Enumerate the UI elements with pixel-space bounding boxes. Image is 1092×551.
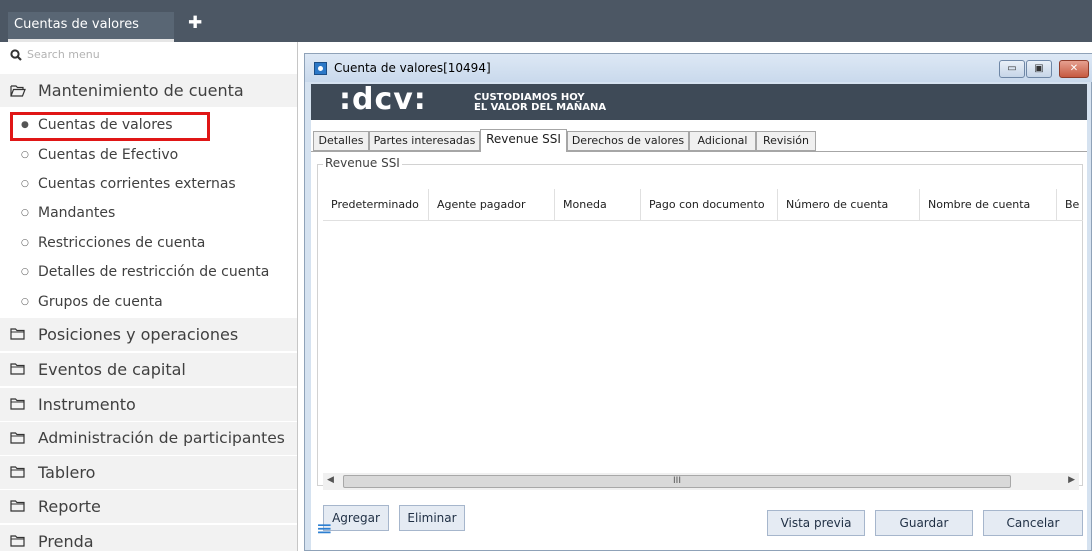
sidebar-section-posiciones[interactable]: Posiciones y operaciones bbox=[0, 318, 297, 351]
sidebar-item-grupos-de-cuenta[interactable]: ○ Grupos de cuenta bbox=[0, 288, 297, 317]
bullet-icon: ○ bbox=[21, 208, 29, 218]
scroll-thumb[interactable]: III bbox=[343, 475, 1011, 488]
sidebar-item-cuentas-corrientes-externas[interactable]: ○ Cuentas corrientes externas bbox=[0, 170, 297, 199]
search-icon bbox=[10, 49, 22, 61]
selection-highlight bbox=[10, 112, 210, 141]
grid-header: Predeterminado Agente pagador Moneda Pag… bbox=[323, 189, 1083, 221]
search-input[interactable]: Search menu bbox=[10, 48, 290, 64]
search-placeholder: Search menu bbox=[27, 48, 100, 61]
sidebar-section-label: Mantenimiento de cuenta bbox=[38, 81, 244, 100]
bullet-icon: ○ bbox=[21, 238, 29, 248]
sidebar-section-label: Eventos de capital bbox=[38, 360, 186, 379]
sidebar-section-tablero[interactable]: Tablero bbox=[0, 456, 297, 489]
sidebar-item-label: Grupos de cuenta bbox=[38, 294, 163, 310]
tab-adicional[interactable]: Adicional bbox=[689, 131, 756, 151]
sidebar-item-label: Cuentas corrientes externas bbox=[38, 176, 236, 192]
content-panel: Detalles Partes interesadas Revenue SSI … bbox=[311, 120, 1087, 550]
sidebar-section-label: Posiciones y operaciones bbox=[38, 325, 239, 344]
sidebar-item-label: Cuentas de Efectivo bbox=[38, 147, 179, 163]
folder-icon bbox=[10, 328, 25, 340]
column-header[interactable]: Pago con documento bbox=[641, 189, 778, 221]
sidebar-section-mantenimiento-de-cuenta[interactable]: Mantenimiento de cuenta bbox=[0, 74, 297, 107]
sidebar-section-label: Tablero bbox=[38, 463, 96, 482]
tab-derechos-de-valores[interactable]: Derechos de valores bbox=[567, 131, 689, 151]
sidebar-item-label: Restricciones de cuenta bbox=[38, 235, 206, 251]
slogan-line-2: EL VALOR DEL MAÑANA bbox=[474, 102, 607, 113]
folder-icon bbox=[10, 500, 25, 512]
tab-revenue-ssi[interactable]: Revenue SSI bbox=[480, 129, 567, 152]
banner-slogan: CUSTODIAMOS HOY EL VALOR DEL MAÑANA bbox=[474, 93, 606, 113]
top-bar: Cuentas de valores ✚ bbox=[0, 0, 1092, 42]
bullet-icon: ○ bbox=[21, 179, 29, 189]
tab-partes-interesadas[interactable]: Partes interesadas bbox=[369, 131, 480, 151]
window-title: Cuenta de valores[10494] bbox=[334, 61, 491, 75]
column-header[interactable]: Moneda bbox=[555, 189, 641, 221]
scroll-right-icon[interactable]: ▶ bbox=[1068, 475, 1075, 485]
add-tab-icon[interactable]: ✚ bbox=[188, 15, 202, 32]
folder-icon bbox=[10, 535, 25, 547]
save-button[interactable]: Guardar bbox=[875, 510, 973, 536]
column-header[interactable]: Agente pagador bbox=[429, 189, 555, 221]
column-header[interactable]: Be bbox=[1057, 189, 1083, 221]
sidebar-section-label: Instrumento bbox=[38, 395, 136, 414]
horizontal-scrollbar[interactable]: ◀ III ▶ bbox=[323, 473, 1079, 490]
hamburger-menu-icon[interactable]: ≡ bbox=[316, 518, 333, 538]
app-icon bbox=[314, 62, 327, 75]
sidebar-menu: Search menu Mantenimiento de cuenta ● Cue… bbox=[0, 42, 298, 551]
folder-icon bbox=[10, 432, 25, 444]
column-header[interactable]: Número de cuenta bbox=[778, 189, 920, 221]
sidebar-item-label: Detalles de restricción de cuenta bbox=[38, 264, 270, 280]
minimize-button[interactable]: ▭ bbox=[999, 60, 1025, 78]
bullet-icon: ○ bbox=[21, 150, 29, 160]
folder-open-icon bbox=[10, 85, 26, 97]
column-header[interactable]: Predeterminado bbox=[323, 189, 429, 221]
tab-divider bbox=[311, 151, 1087, 152]
bullet-icon: ○ bbox=[21, 297, 29, 307]
sidebar-item-detalles-de-restriccion[interactable]: ○ Detalles de restricción de cuenta bbox=[0, 258, 297, 287]
folder-icon bbox=[10, 466, 25, 478]
add-button[interactable]: Agregar bbox=[323, 505, 389, 531]
tab-cuentas-de-valores[interactable]: Cuentas de valores bbox=[8, 12, 174, 42]
sidebar-item-mandantes[interactable]: ○ Mandantes bbox=[0, 199, 297, 228]
preview-button[interactable]: Vista previa bbox=[767, 510, 865, 536]
sidebar-section-label: Reporte bbox=[38, 497, 101, 516]
window-titlebar[interactable]: Cuenta de valores[10494] ▭ ▣ ✕ bbox=[305, 54, 1092, 82]
sidebar-section-eventos-de-capital[interactable]: Eventos de capital bbox=[0, 353, 297, 386]
sidebar-section-reporte[interactable]: Reporte bbox=[0, 490, 297, 523]
sidebar-section-prenda[interactable]: Prenda bbox=[0, 525, 297, 551]
column-header[interactable]: Nombre de cuenta bbox=[920, 189, 1057, 221]
cuenta-de-valores-window: Cuenta de valores[10494] ▭ ▣ ✕ :dcv: CUS… bbox=[304, 53, 1092, 551]
dcv-logo: :dcv: bbox=[339, 82, 427, 117]
sidebar-item-restricciones-de-cuenta[interactable]: ○ Restricciones de cuenta bbox=[0, 229, 297, 258]
sidebar-item-cuentas-de-efectivo[interactable]: ○ Cuentas de Efectivo bbox=[0, 141, 297, 170]
tab-revision[interactable]: Revisión bbox=[756, 131, 816, 151]
sidebar-section-administracion[interactable]: Administración de participantes bbox=[0, 422, 297, 455]
folder-icon bbox=[10, 398, 25, 410]
tab-label: Cuentas de valores bbox=[14, 17, 139, 32]
bullet-icon: ○ bbox=[21, 267, 29, 277]
folder-icon bbox=[10, 363, 25, 375]
group-label: Revenue SSI bbox=[323, 156, 402, 170]
sidebar-section-label: Prenda bbox=[38, 532, 94, 551]
sidebar-item-label: Mandantes bbox=[38, 205, 116, 221]
sidebar-section-label: Administración de participantes bbox=[38, 429, 285, 447]
sidebar-section-instrumento[interactable]: Instrumento bbox=[0, 388, 297, 421]
maximize-button[interactable]: ▣ bbox=[1026, 60, 1052, 78]
dcv-banner: :dcv: CUSTODIAMOS HOY EL VALOR DEL MAÑAN… bbox=[311, 82, 1087, 120]
scroll-left-icon[interactable]: ◀ bbox=[327, 475, 334, 485]
cancel-button[interactable]: Cancelar bbox=[983, 510, 1083, 536]
close-button[interactable]: ✕ bbox=[1059, 60, 1089, 78]
delete-button[interactable]: Eliminar bbox=[399, 505, 465, 531]
tab-detalles[interactable]: Detalles bbox=[313, 131, 369, 151]
